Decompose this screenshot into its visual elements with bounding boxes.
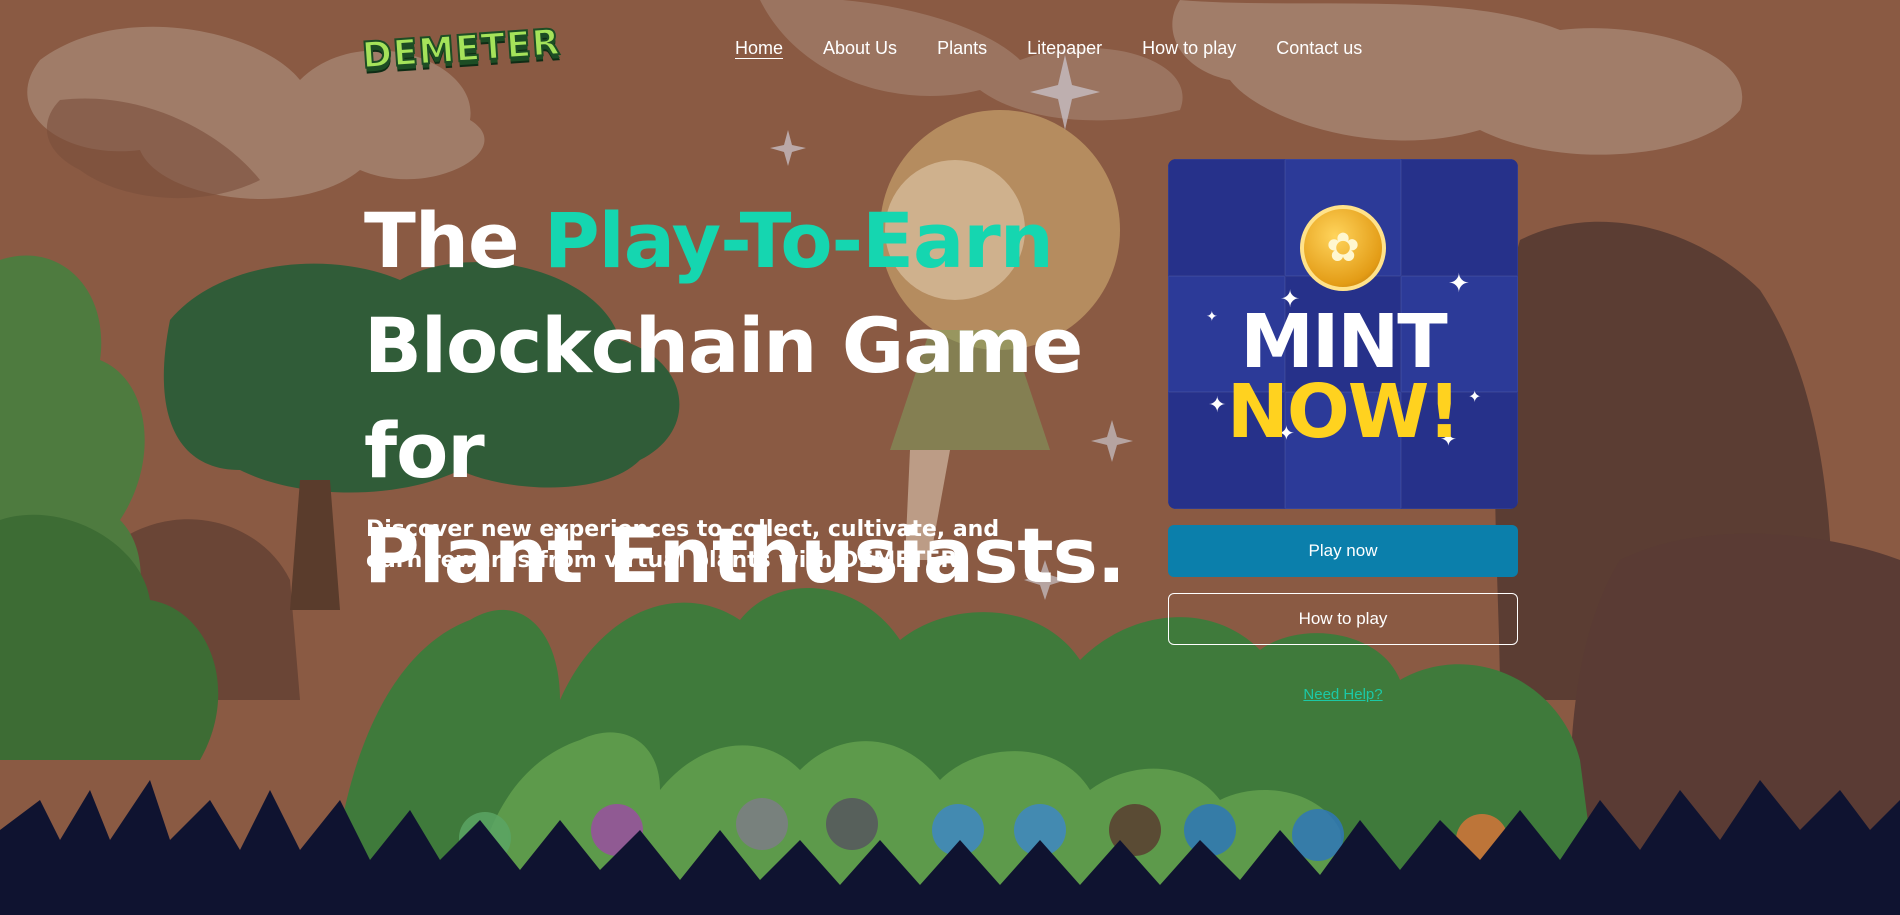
main-menu: Home About Us Plants Litepaper How to pl…: [735, 38, 1362, 59]
logo-text: DEMETER: [359, 21, 562, 78]
hero-title-accent: Play-To-Earn: [543, 196, 1054, 285]
nav-contact-link[interactable]: Contact us: [1276, 38, 1362, 59]
hero-subtitle: Discover new experiences to collect, cul…: [366, 517, 1000, 573]
top-navigation: DEMETER Home About Us Plants Litepaper H…: [0, 0, 1900, 100]
need-help-link[interactable]: Need Help?: [1168, 686, 1518, 703]
flower-coin-icon: ✿: [1300, 205, 1386, 291]
play-now-button[interactable]: Play now: [1168, 525, 1518, 577]
nav-litepaper-link[interactable]: Litepaper: [1027, 38, 1102, 59]
nav-how-to-play-link[interactable]: How to play: [1142, 38, 1236, 59]
brand-logo[interactable]: DEMETER: [359, 16, 562, 82]
mint-now-banner[interactable]: ✿ ✦ ✦ ✦ ✦ ✦ ✦ ✦ MINT NOW!: [1168, 159, 1518, 509]
hero-title-line2: Blockchain Game for: [364, 301, 1083, 495]
nav-home-link[interactable]: Home: [735, 38, 783, 59]
sparkle-icon: ✦: [1448, 269, 1470, 299]
nav-plants-link[interactable]: Plants: [937, 38, 987, 59]
now-word: NOW!: [1226, 369, 1461, 455]
hero-title-prefix: The: [364, 196, 519, 285]
how-to-play-button[interactable]: How to play: [1168, 593, 1518, 645]
nav-about-link[interactable]: About Us: [823, 38, 897, 59]
